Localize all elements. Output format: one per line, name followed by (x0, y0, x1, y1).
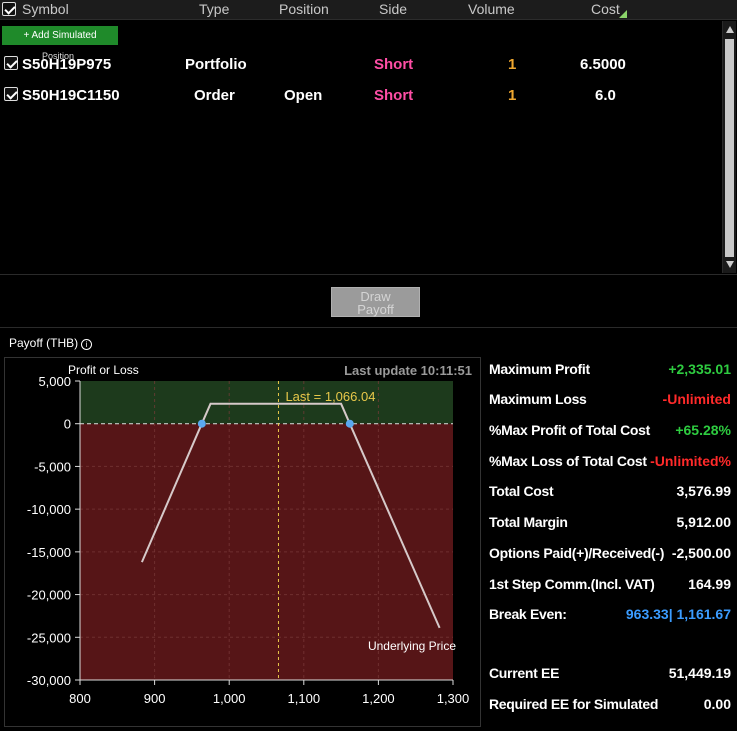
stat-row: Maximum Profit +2,335.01 (489, 361, 731, 381)
stat-row: Break Even: 963.33| 1,161.67 (489, 606, 731, 626)
y-tick-label: -25,000 (27, 630, 71, 645)
payoff-chart: Last = 1,066.04 5,000 0 -5,000 -10,000 -15,00… (4, 357, 481, 727)
row-type: Order (194, 87, 235, 104)
y-tick-label: 5,000 (38, 374, 71, 389)
y-tick-label: 0 (64, 417, 71, 432)
table-row[interactable]: S50H19C1150 Order Open Short 1 6.0 (0, 87, 722, 111)
stat-value: 5,912.00 (676, 514, 732, 530)
row-checkbox[interactable] (4, 87, 18, 101)
row-checkbox[interactable] (4, 56, 18, 70)
x-tick-label: 1,200 (362, 691, 395, 706)
row-cost: 6.5000 (580, 56, 626, 73)
header-symbol[interactable]: Symbol (22, 1, 69, 17)
row-volume: 1 (508, 87, 517, 104)
stat-value: +65.28% (675, 422, 731, 438)
x-tick-label: 1,100 (288, 691, 321, 706)
scroll-up-icon[interactable] (726, 26, 734, 33)
stat-label: Required EE for Simulated (489, 696, 659, 712)
stat-row: Total Margin 5,912.00 (489, 514, 731, 534)
stat-row: Required EE for Simulated 0.00 (489, 696, 731, 716)
row-symbol: S50H19C1150 (22, 87, 120, 104)
payoff-title: Payoff (THB) i (9, 336, 93, 350)
stat-row: 1st Step Comm.(Incl. VAT) 164.99 (489, 576, 731, 596)
x-tick-label: 1,000 (213, 691, 246, 706)
stat-value: -2,500.00 (671, 545, 731, 561)
stat-label: Total Cost (489, 483, 554, 499)
stat-value: 164.99 (688, 576, 731, 592)
sort-corner-icon (619, 10, 627, 18)
y-tick-label: -5,000 (34, 459, 71, 474)
stat-label: Break Even: (489, 606, 567, 622)
draw-payoff-label-2: Payoff (357, 302, 394, 317)
stat-label: Current EE (489, 665, 560, 681)
payoff-title-text: Payoff (THB) (9, 336, 79, 350)
y-tick-label: -15,000 (27, 545, 71, 560)
x-tick-label: 1,300 (437, 691, 470, 706)
stat-value: 3,576.99 (676, 483, 732, 499)
profit-zone (80, 381, 453, 424)
stat-label: Maximum Loss (489, 391, 587, 407)
table-row[interactable]: S50H19P975 Portfolio Short 1 6.5000 (0, 56, 722, 80)
row-volume: 1 (508, 56, 517, 73)
add-simulated-button[interactable]: + Add Simulated (2, 26, 118, 45)
header-type[interactable]: Type (199, 1, 229, 17)
divider (0, 327, 737, 328)
stat-label: %Max Profit of Total Cost (489, 422, 651, 438)
stat-row: %Max Profit of Total Cost +65.28% (489, 422, 731, 442)
divider (0, 274, 737, 275)
breakeven-point (345, 419, 354, 428)
table-header: Symbol Type Position Side Volume Cost (0, 0, 737, 20)
last-update-label: Last update 10:11:51 (344, 363, 472, 378)
stat-row: Maximum Loss -Unlimited (489, 391, 731, 411)
header-side[interactable]: Side (379, 1, 407, 17)
scroll-thumb[interactable] (725, 39, 734, 257)
last-price-label: Last = 1,066.04 (285, 389, 375, 404)
breakeven-point (197, 419, 206, 428)
table-scrollbar[interactable] (722, 21, 736, 273)
stat-value: 963.33| 1,161.67 (625, 606, 731, 622)
header-cost[interactable]: Cost (591, 1, 620, 17)
row-cost: 6.0 (595, 87, 616, 104)
payoff-chart-svg: Last = 1,066.04 5,000 0 -5,000 -10,000 -15,00… (27, 363, 472, 706)
y-tick-label: -20,000 (27, 588, 71, 603)
x-tick-label: 800 (69, 691, 91, 706)
select-all-checkbox[interactable] (2, 2, 16, 16)
row-type: Portfolio (185, 56, 247, 73)
stat-row: Current EE 51,449.19 (489, 665, 731, 685)
stat-label: %Max Loss of Total Cost (489, 453, 647, 469)
info-icon[interactable]: i (81, 339, 93, 350)
row-side: Short (374, 56, 414, 73)
scroll-down-icon[interactable] (726, 261, 734, 268)
y-tick-label: -30,000 (27, 673, 71, 688)
y-axis-label: Profit or Loss (68, 363, 139, 377)
stat-value: 0.00 (703, 696, 731, 712)
stat-row: Total Cost 3,576.99 (489, 483, 731, 503)
stat-value: +2,335.01 (668, 361, 731, 377)
header-volume[interactable]: Volume (468, 1, 515, 17)
draw-payoff-button[interactable]: Draw Payoff (331, 287, 420, 317)
stat-label: Total Margin (489, 514, 568, 530)
row-position: Open (284, 87, 323, 104)
row-side: Short (374, 87, 414, 104)
header-position[interactable]: Position (279, 1, 329, 17)
y-tick-label: -10,000 (27, 502, 71, 517)
x-tick-label: 900 (144, 691, 166, 706)
stat-value: -Unlimited (662, 391, 731, 407)
row-symbol: S50H19P975 (22, 56, 112, 73)
stat-label: 1st Step Comm.(Incl. VAT) (489, 576, 655, 592)
stat-label: Maximum Profit (489, 361, 590, 377)
stat-value: 51,449.19 (668, 665, 731, 681)
x-axis-label: Underlying Price (368, 639, 456, 653)
stat-label: Options Paid(+)/Received(-) (489, 545, 665, 561)
stat-row: Options Paid(+)/Received(-) -2,500.00 (489, 545, 731, 565)
stat-value: -Unlimited% (650, 453, 731, 469)
stat-row: %Max Loss of Total Cost -Unlimited% (489, 453, 731, 473)
